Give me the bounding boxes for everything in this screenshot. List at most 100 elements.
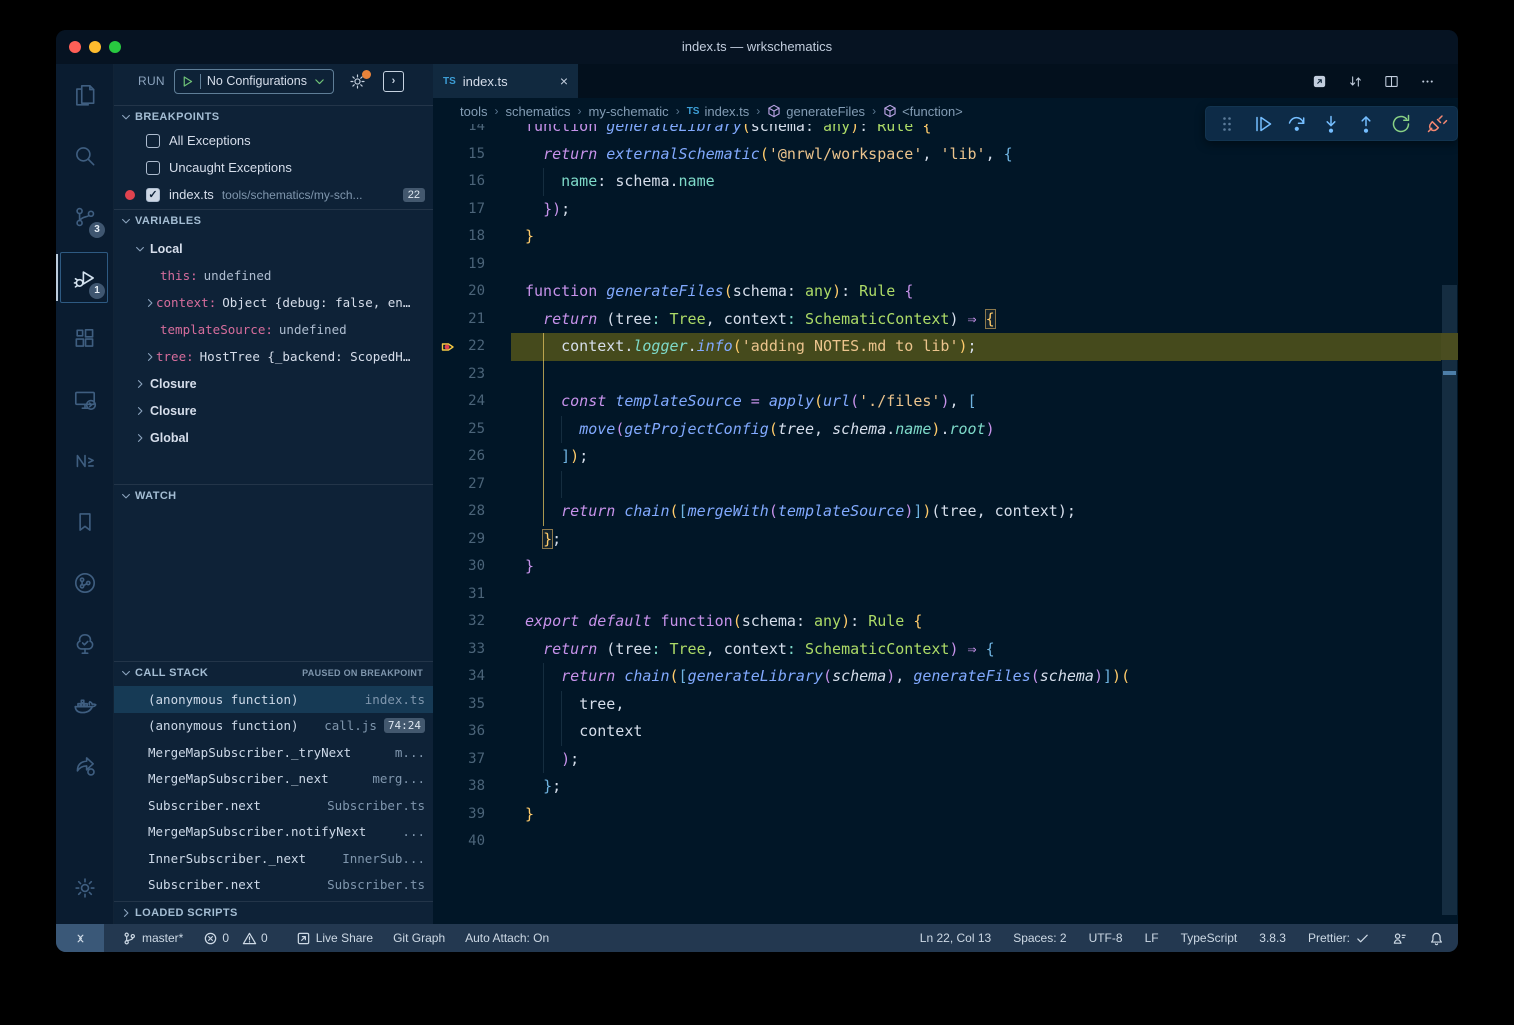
breakpoint-checkbox[interactable] xyxy=(146,134,160,148)
status-language-mode[interactable]: TypeScript xyxy=(1179,924,1240,952)
breadcrumb-item-generatefiles[interactable]: generateFiles xyxy=(767,104,865,119)
code-line-38[interactable]: 38 }; xyxy=(433,773,1458,801)
scrollbar-slider[interactable] xyxy=(1442,285,1457,915)
disconnect-button[interactable] xyxy=(1424,112,1448,136)
code-line-36[interactable]: 36 context xyxy=(433,718,1458,746)
activity-item-docker[interactable] xyxy=(56,674,113,735)
code-line-22[interactable]: 22 context.logger.info('adding NOTES.md … xyxy=(433,333,1458,361)
breadcrumb-item--function-[interactable]: <function> xyxy=(883,104,963,119)
line-number[interactable]: 23 xyxy=(433,361,485,389)
status-cursor-position[interactable]: Ln 22, Col 13 xyxy=(918,924,993,952)
variable-row[interactable]: tree:HostTree {_backend: ScopedH… xyxy=(114,343,433,370)
breakpoints-section-header[interactable]: BREAKPOINTS xyxy=(114,105,433,127)
status-feedback[interactable] xyxy=(1390,924,1409,952)
code-line-31[interactable]: 31 xyxy=(433,581,1458,609)
activity-item-run-and-debug[interactable]: 1 xyxy=(56,247,113,308)
breakpoint-row[interactable]: ✓index.tstools/schematics/my-sch...22 xyxy=(114,181,433,208)
breakpoint-row[interactable]: All Exceptions xyxy=(114,127,433,154)
call-stack-section-header[interactable]: CALL STACK PAUSED ON BREAKPOINT xyxy=(114,661,433,683)
activity-item-manage[interactable] xyxy=(56,857,113,918)
code-line-35[interactable]: 35 tree, xyxy=(433,691,1458,719)
variable-row[interactable]: this:undefined xyxy=(114,262,433,289)
call-stack-frame[interactable]: MergeMapSubscriber._nextmerg... xyxy=(114,766,433,793)
variables-scope-row[interactable]: Local xyxy=(114,235,433,262)
open-changes-icon[interactable] xyxy=(1311,73,1328,90)
watch-section-header[interactable]: WATCH xyxy=(114,484,433,506)
code-line-16[interactable]: 16 name: schema.name xyxy=(433,168,1458,196)
split-editor-icon[interactable] xyxy=(1383,73,1400,90)
code-line-21[interactable]: 21 return (tree: Tree, context: Schemati… xyxy=(433,306,1458,334)
variables-section-header[interactable]: VARIABLES xyxy=(114,209,433,231)
call-stack-frame[interactable]: MergeMapSubscriber.notifyNext... xyxy=(114,819,433,846)
code-line-24[interactable]: 24 const templateSource = apply(url('./f… xyxy=(433,388,1458,416)
status-problems[interactable]: 00 xyxy=(201,924,277,952)
launch-configuration-dropdown[interactable]: No Configurations xyxy=(174,69,334,94)
more-actions-icon[interactable] xyxy=(1419,73,1436,90)
code-line-28[interactable]: 28 return chain([mergeWith(templateSourc… xyxy=(433,498,1458,526)
code-line-17[interactable]: 17 }); xyxy=(433,196,1458,224)
status-auto-attach[interactable]: Auto Attach: On xyxy=(463,924,551,952)
code-line-40[interactable]: 40 xyxy=(433,828,1458,856)
call-stack-frame[interactable]: InnerSubscriber._nextInnerSub... xyxy=(114,845,433,872)
code-line-20[interactable]: 20function generateFiles(schema: any): R… xyxy=(433,278,1458,306)
code-line-33[interactable]: 33 return (tree: Tree, context: Schemati… xyxy=(433,636,1458,664)
step-out-button[interactable] xyxy=(1354,112,1378,136)
variable-row[interactable]: templateSource:undefined xyxy=(114,316,433,343)
activity-item-extensions[interactable] xyxy=(56,308,113,369)
breadcrumb-item-my-schematic[interactable]: my-schematic xyxy=(589,104,669,119)
close-tab-icon[interactable]: × xyxy=(560,73,568,89)
code-line-25[interactable]: 25 move(getProjectConfig(tree, schema.na… xyxy=(433,416,1458,444)
configure-launch-button[interactable] xyxy=(348,72,367,91)
activity-item-git-graph[interactable] xyxy=(56,552,113,613)
code-editor[interactable]: 14function generateLibrary(schema: any):… xyxy=(433,124,1458,924)
scrollbar[interactable] xyxy=(1441,64,1458,924)
line-number[interactable]: 19 xyxy=(433,251,485,279)
step-into-button[interactable] xyxy=(1319,112,1343,136)
code-line-26[interactable]: 26 ]); xyxy=(433,443,1458,471)
code-line-34[interactable]: 34 return chain([generateLibrary(schema)… xyxy=(433,663,1458,691)
line-number[interactable]: 40 xyxy=(433,828,485,856)
code-line-27[interactable]: 27 xyxy=(433,471,1458,499)
variables-scope-row[interactable]: Global xyxy=(114,424,433,451)
breakpoint-checkbox[interactable] xyxy=(146,161,160,175)
status-live-share[interactable]: Live Share xyxy=(294,924,375,952)
breadcrumb-item-index-ts[interactable]: TSindex.ts xyxy=(687,104,750,119)
drag-handle-button[interactable] xyxy=(1215,112,1239,136)
breakpoint-checkbox[interactable]: ✓ xyxy=(146,188,160,202)
activity-item-search[interactable] xyxy=(56,125,113,186)
status-indentation[interactable]: Spaces: 2 xyxy=(1011,924,1068,952)
code-line-30[interactable]: 30} xyxy=(433,553,1458,581)
variable-row[interactable]: context:Object {debug: false, en… xyxy=(114,289,433,316)
tab-index-ts[interactable]: TS index.ts × xyxy=(433,64,578,98)
activity-item-todo-tree[interactable] xyxy=(56,613,113,674)
variables-scope-row[interactable]: Closure xyxy=(114,370,433,397)
code-line-39[interactable]: 39} xyxy=(433,801,1458,829)
breadcrumb-item-tools[interactable]: tools xyxy=(460,104,487,119)
status-notifications[interactable] xyxy=(1427,924,1446,952)
activity-item-explorer[interactable] xyxy=(56,64,113,125)
code-line-37[interactable]: 37 ); xyxy=(433,746,1458,774)
activity-item-nx-console[interactable] xyxy=(56,430,113,491)
open-debug-console-button[interactable]: › xyxy=(383,71,404,92)
status-ts-version[interactable]: 3.8.3 xyxy=(1257,924,1288,952)
breakpoint-row[interactable]: Uncaught Exceptions xyxy=(114,154,433,181)
activity-item-remote-explorer[interactable] xyxy=(56,369,113,430)
line-number[interactable]: 27 xyxy=(433,471,485,499)
continue-button[interactable] xyxy=(1250,112,1274,136)
call-stack-frame[interactable]: (anonymous function)call.js74:24 xyxy=(114,713,433,740)
activity-item-live-share[interactable] xyxy=(56,735,113,796)
code-line-29[interactable]: 29 }; xyxy=(433,526,1458,554)
status-git-graph[interactable]: Git Graph xyxy=(391,924,447,952)
breadcrumb-item-schematics[interactable]: schematics xyxy=(505,104,570,119)
loaded-scripts-section-header[interactable]: LOADED SCRIPTS xyxy=(114,901,433,923)
status-git-branch[interactable]: master* xyxy=(120,924,185,952)
start-debug-icon[interactable] xyxy=(181,75,194,88)
code-line-19[interactable]: 19 xyxy=(433,251,1458,279)
activity-item-source-control[interactable]: 3 xyxy=(56,186,113,247)
code-line-18[interactable]: 18} xyxy=(433,223,1458,251)
line-number[interactable]: 31 xyxy=(433,581,485,609)
variables-scope-row[interactable]: Closure xyxy=(114,397,433,424)
code-line-32[interactable]: 32export default function(schema: any): … xyxy=(433,608,1458,636)
call-stack-frame[interactable]: (anonymous function)index.ts xyxy=(114,686,433,713)
call-stack-frame[interactable]: Subscriber.nextSubscriber.ts xyxy=(114,872,433,899)
